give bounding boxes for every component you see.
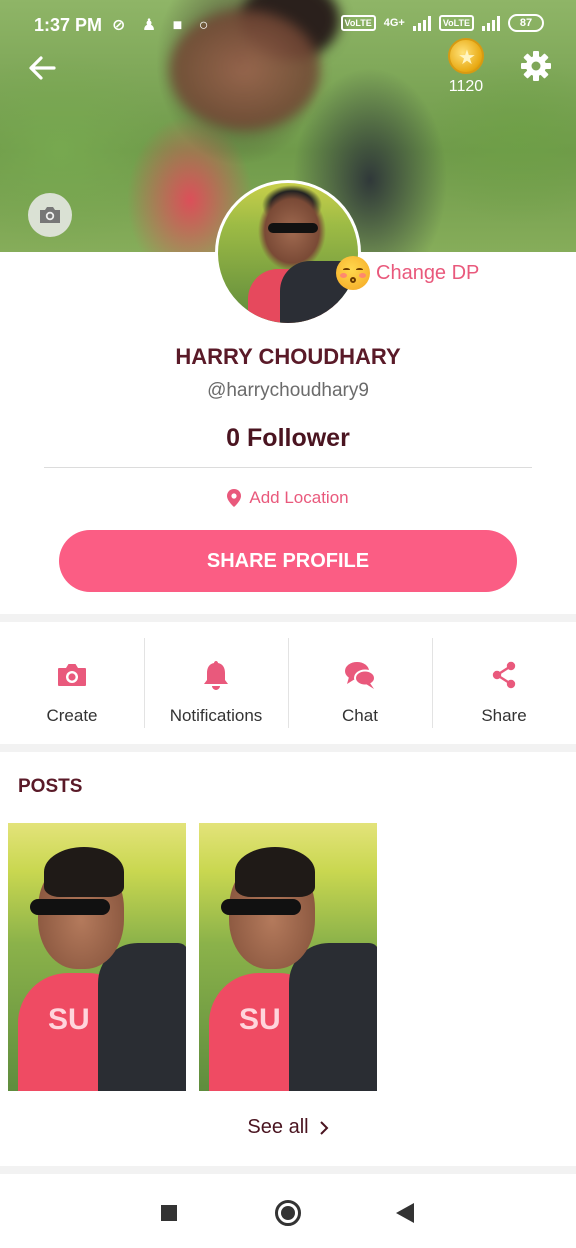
action-chat[interactable]: Chat — [288, 622, 432, 746]
action-label: Notifications — [169, 706, 263, 725]
recents-button[interactable] — [161, 1205, 177, 1221]
section-separator — [0, 614, 576, 622]
status-bar: 1:37 PM ⊘ ♟ ■ ○ VoLTE 4G+ VoLTE 87 — [0, 0, 576, 52]
arrow-left-icon — [29, 56, 56, 80]
change-cover-button[interactable] — [28, 193, 72, 237]
action-create[interactable]: Create — [0, 622, 144, 746]
status-right: VoLTE 4G+ VoLTE 87 — [340, 14, 544, 32]
action-notifications[interactable]: Notifications — [144, 622, 288, 746]
back-button[interactable] — [24, 50, 60, 86]
post-thumbnail[interactable]: SU — [8, 823, 186, 1091]
chevron-right-icon — [319, 1120, 328, 1135]
action-share[interactable]: Share — [432, 622, 576, 746]
action-label: Share — [481, 706, 527, 725]
followers-count[interactable]: 0 Follower — [0, 424, 576, 453]
coin-icon[interactable]: ★ — [448, 38, 484, 74]
status-time: 1:37 PM — [34, 15, 103, 35]
signal-icon — [412, 15, 431, 31]
add-location-label: Add Location — [249, 488, 349, 507]
signal-icon-2 — [482, 15, 500, 31]
profile-avatar[interactable] — [215, 180, 361, 326]
action-bar: Create Notifications Chat Share — [0, 622, 576, 746]
post-thumbnail[interactable]: SU — [199, 823, 377, 1091]
profile-handle: @harrychoudhary9 — [207, 380, 369, 401]
section-separator — [0, 1166, 576, 1174]
gear-icon — [521, 51, 551, 81]
see-all-label: See all — [247, 1116, 309, 1138]
volte-icon: VoLTE — [340, 15, 376, 31]
bell-icon — [199, 658, 233, 692]
change-dp-button[interactable]: Change DP — [336, 256, 479, 290]
profile-name: HARRY CHOUDHARY — [175, 344, 401, 369]
nav-back-button[interactable] — [396, 1203, 414, 1223]
divider — [44, 467, 532, 468]
change-dp-label: Change DP — [376, 261, 480, 284]
avatar-glasses — [268, 223, 318, 233]
camera-icon — [55, 658, 89, 692]
coin-count: 1120 — [448, 78, 484, 95]
share-profile-button[interactable]: SHARE PROFILE — [59, 530, 517, 592]
posts-title: POSTS — [18, 776, 83, 797]
battery-icon: 87 — [508, 14, 544, 32]
camera-icon — [40, 207, 60, 223]
action-label: Create — [46, 706, 98, 725]
see-all-button[interactable]: See all — [0, 1116, 576, 1139]
section-separator — [0, 744, 576, 752]
add-location-button[interactable]: Add Location — [0, 488, 576, 508]
network-type: 4G+ — [383, 17, 405, 29]
settings-button[interactable] — [518, 48, 554, 84]
chat-icon — [343, 658, 377, 692]
star-icon: ★ — [458, 47, 476, 69]
location-pin-icon — [227, 489, 242, 507]
volte-icon-2: VoLTE — [438, 15, 474, 31]
share-icon — [487, 658, 521, 692]
home-button[interactable] — [275, 1200, 301, 1226]
action-label: Chat — [342, 706, 378, 725]
system-nav-bar — [0, 1176, 576, 1248]
status-notification-icons: ⊘ ♟ ■ ○ — [112, 17, 215, 34]
kissing-emoji-icon — [336, 256, 370, 290]
